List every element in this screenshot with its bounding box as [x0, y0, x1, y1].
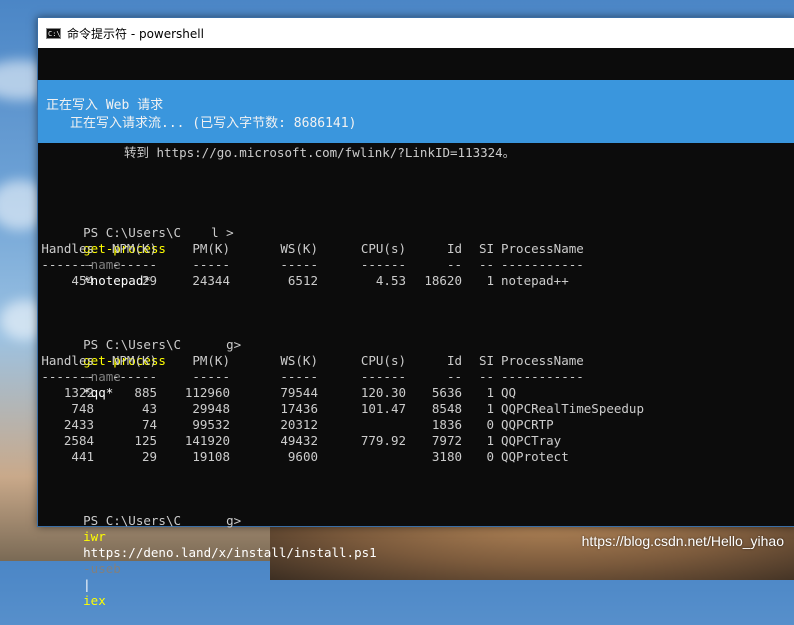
table-cell: 748 [71, 401, 94, 416]
table-cell: 7972 [431, 433, 462, 448]
table-cell: 9600 [287, 449, 318, 464]
table-cell: 49432 [280, 433, 318, 448]
table-cell: QQPCRealTimeSpeedup [501, 401, 644, 416]
url-text: https://deno.land/x/install/install.ps1 [83, 545, 377, 560]
table-cell: 112960 [184, 385, 230, 400]
table-cell: 99532 [192, 417, 230, 432]
table-cell: 141920 [184, 433, 230, 448]
column-header: CPU(s) [360, 353, 406, 368]
table-cell: 1 [486, 433, 494, 448]
prompt-line-3[interactable]: PS C:\Users\C g> iwr https://deno.land/x… [38, 497, 377, 608]
table-cell: 24344 [192, 273, 230, 288]
column-header: Id [446, 353, 462, 368]
column-header: PM(K) [192, 241, 230, 256]
column-divider: -- [446, 369, 462, 384]
table-cell: QQ [501, 385, 517, 400]
pipe-text: | [83, 577, 91, 592]
command-text: iwr [83, 529, 106, 544]
progress-status: 正在写入请求流... (已写入字节数: 8686141) [70, 116, 357, 131]
table-cell: 8548 [431, 401, 462, 416]
table-cell: 4.53 [375, 273, 406, 288]
column-divider: -- [478, 257, 494, 272]
column-header: WS(K) [280, 353, 318, 368]
table-cell: 1 [486, 401, 494, 416]
column-divider: -- [478, 369, 494, 384]
table-cell: 885 [134, 385, 157, 400]
table-cell: QQProtect [501, 449, 569, 464]
watermark-text: https://blog.csdn.net/Hello_yihao [581, 533, 784, 549]
param-text: -useb [83, 561, 121, 576]
table-cell: 74 [141, 417, 157, 432]
column-divider: ------ [360, 257, 406, 272]
prompt-text: PS C:\Users\C g> [83, 337, 242, 352]
table-cell: 2584 [63, 433, 94, 448]
column-divider: ----- [280, 369, 318, 384]
table-cell: 79544 [280, 385, 318, 400]
table-cell: 29 [141, 449, 157, 464]
prompt-line-1: PS C:\Users\C l > get-process -name *not… [38, 209, 234, 288]
column-header: SI [478, 241, 494, 256]
column-header: PM(K) [192, 353, 230, 368]
table-cell: 125 [134, 433, 157, 448]
table-cell: 3180 [431, 449, 462, 464]
table-cell: 5636 [431, 385, 462, 400]
table-cell: 29948 [192, 401, 230, 416]
table-cell: 17436 [280, 401, 318, 416]
column-header: ProcessName [501, 241, 584, 256]
table-cell: notepad++ [501, 273, 569, 288]
table-cell: 120.30 [360, 385, 406, 400]
table-cell: 441 [71, 449, 94, 464]
column-divider: ------ [111, 257, 157, 272]
column-header: NPM(K) [111, 353, 157, 368]
column-header: WS(K) [280, 241, 318, 256]
table-cell: 101.47 [360, 401, 406, 416]
table-cell: 2433 [63, 417, 94, 432]
prompt-text: PS C:\Users\C g> [83, 513, 242, 528]
prompt-line-2: PS C:\Users\C g> get-process -name *qq* [38, 321, 241, 400]
table-cell: 20312 [280, 417, 318, 432]
table-cell: 0 [486, 449, 494, 464]
table-cell: 454 [71, 273, 94, 288]
column-header: Handles [41, 241, 94, 256]
console-window[interactable]: C:\ 命令提示符 - powershell 转到 https://go.mic… [37, 17, 794, 608]
column-divider: ----- [192, 369, 230, 384]
column-divider: ----------- [501, 369, 584, 384]
table-cell: 18620 [424, 273, 462, 288]
table-cell: 1 [486, 385, 494, 400]
column-divider: ----------- [501, 257, 584, 272]
table-cell: QQPCRTP [501, 417, 554, 432]
table-cell: QQPCTray [501, 433, 562, 448]
table-cell: 19108 [192, 449, 230, 464]
column-divider: ------ [111, 369, 157, 384]
column-header: Handles [41, 353, 94, 368]
column-divider: ------- [41, 369, 94, 384]
column-header: ProcessName [501, 353, 584, 368]
command-text-2: iex [83, 593, 106, 608]
table-cell: 779.92 [360, 433, 406, 448]
column-header: Id [446, 241, 462, 256]
table-cell: 0 [486, 417, 494, 432]
redirect-line: 转到 https://go.microsoft.com/fwlink/?Link… [124, 145, 516, 160]
column-divider: ------- [41, 257, 94, 272]
column-divider: ------ [360, 369, 406, 384]
prompt-text: PS C:\Users\C l > [83, 225, 234, 240]
table-cell: 43 [141, 401, 157, 416]
column-header: CPU(s) [360, 241, 406, 256]
column-divider: ----- [280, 257, 318, 272]
table-cell: 6512 [287, 273, 318, 288]
progress-activity: 正在写入 Web 请求 [46, 98, 164, 113]
column-header: SI [478, 353, 494, 368]
column-divider: -- [446, 257, 462, 272]
table-cell: 1836 [431, 417, 462, 432]
table-cell: 1322 [63, 385, 94, 400]
table-cell: 29 [141, 273, 157, 288]
progress-banner: 正在写入 Web 请求 正在写入请求流... (已写入字节数: 8686141) [38, 80, 794, 143]
column-divider: ----- [192, 257, 230, 272]
table-cell: 1 [486, 273, 494, 288]
column-header: NPM(K) [111, 241, 157, 256]
